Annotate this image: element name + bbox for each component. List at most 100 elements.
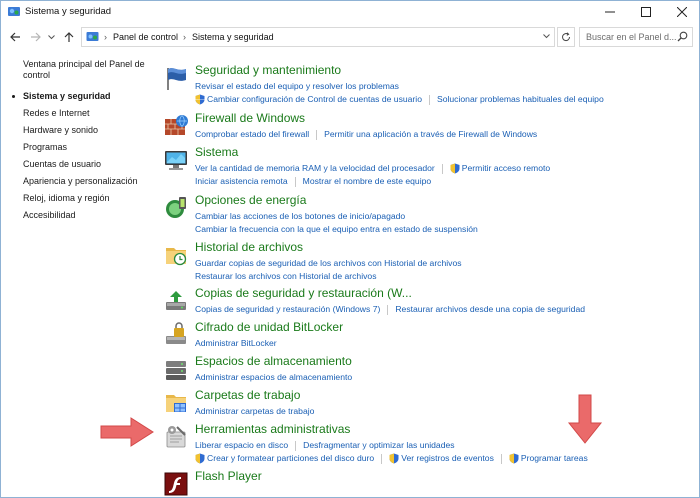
category-heading[interactable]: Copias de seguridad y restauración (W... bbox=[195, 286, 412, 300]
arrow-up-icon bbox=[64, 31, 74, 42]
link-divider bbox=[381, 453, 383, 464]
sidebar-item-network-internet[interactable]: Redes e Internet bbox=[9, 105, 159, 122]
work-folders-icon bbox=[166, 395, 186, 412]
task-link[interactable]: Administrar carpetas de trabajo bbox=[195, 405, 314, 418]
sidebar-item-clock-region[interactable]: Reloj, idioma y región bbox=[9, 190, 159, 207]
search-icon bbox=[677, 31, 688, 42]
task-link[interactable]: Guardar copias de seguridad de los archi… bbox=[195, 257, 462, 270]
minimize-button[interactable] bbox=[593, 1, 627, 23]
close-icon bbox=[677, 7, 687, 17]
sidebar-item-system-security[interactable]: Sistema y seguridad bbox=[9, 88, 159, 105]
sidebar-home-link[interactable]: Ventana principal del Panel de control bbox=[9, 59, 159, 81]
address-bar[interactable]: › Panel de control › Sistema y seguridad bbox=[81, 27, 555, 47]
address-toolbar: › Panel de control › Sistema y seguridad… bbox=[1, 25, 699, 49]
computer-icon bbox=[165, 151, 187, 170]
control-panel-window: Sistema y seguridad › Panel de control ›… bbox=[0, 0, 700, 498]
administrative-tools-icon bbox=[166, 426, 186, 448]
task-link-uac[interactable]: Cambiar configuración de Control de cuen… bbox=[195, 93, 422, 106]
category-heading[interactable]: Espacios de almacenamiento bbox=[195, 354, 352, 368]
task-link[interactable]: Cambiar las acciones de los botones de i… bbox=[195, 210, 405, 223]
link-divider bbox=[316, 129, 318, 140]
category-heading[interactable]: Cifrado de unidad BitLocker bbox=[195, 320, 343, 334]
sidebar: Ventana principal del Panel de control S… bbox=[9, 59, 159, 224]
control-panel-icon bbox=[86, 32, 99, 41]
minimize-icon bbox=[605, 11, 615, 13]
search-placeholder: Buscar en el Panel d... bbox=[586, 32, 677, 42]
breadcrumb-control-panel[interactable]: Panel de control bbox=[113, 32, 178, 42]
task-link[interactable]: Administrar BitLocker bbox=[195, 337, 277, 350]
task-link-event-logs[interactable]: Ver registros de eventos bbox=[389, 452, 494, 465]
address-dropdown-button[interactable] bbox=[543, 31, 550, 41]
arrow-left-icon bbox=[9, 32, 20, 42]
category-heading[interactable]: Firewall de Windows bbox=[195, 111, 305, 125]
task-link[interactable]: Administrar espacios de almacenamiento bbox=[195, 371, 352, 384]
category-heading[interactable]: Historial de archivos bbox=[195, 240, 303, 254]
chevron-down-icon bbox=[47, 34, 55, 39]
flash-player-icon bbox=[164, 472, 188, 496]
title-bar: Sistema y seguridad bbox=[1, 1, 699, 23]
breadcrumb-system-security[interactable]: Sistema y seguridad bbox=[192, 32, 274, 42]
link-divider bbox=[500, 453, 502, 464]
task-link[interactable]: Desfragmentar y optimizar las unidades bbox=[303, 439, 454, 452]
task-link[interactable]: Iniciar asistencia remota bbox=[195, 175, 288, 188]
task-link[interactable]: Cambiar la frecuencia con la que el equi… bbox=[195, 223, 478, 236]
storage-spaces-icon bbox=[166, 361, 186, 380]
category-heading[interactable]: Herramientas administrativas bbox=[195, 422, 350, 436]
close-button[interactable] bbox=[665, 1, 699, 23]
backup-restore-icon bbox=[166, 291, 186, 310]
power-options-icon bbox=[166, 197, 186, 218]
task-link-schedule-tasks[interactable]: Programar tareas bbox=[509, 452, 588, 465]
sidebar-item-hardware-sound[interactable]: Hardware y sonido bbox=[9, 122, 159, 139]
task-link[interactable]: Mostrar el nombre de este equipo bbox=[303, 175, 432, 188]
arrow-right-icon bbox=[30, 32, 41, 42]
link-divider bbox=[428, 94, 430, 105]
task-link[interactable]: Copias de seguridad y restauración (Wind… bbox=[195, 303, 380, 316]
task-link[interactable]: Permitir una aplicación a través de Fire… bbox=[324, 128, 537, 141]
task-link[interactable]: Comprobar estado del firewall bbox=[195, 128, 309, 141]
category-heading[interactable]: Sistema bbox=[195, 145, 238, 159]
window-title: Sistema y seguridad bbox=[25, 6, 112, 17]
task-link[interactable]: Restaurar archivos desde una copia de se… bbox=[395, 303, 585, 316]
maximize-button[interactable] bbox=[629, 1, 663, 23]
refresh-button[interactable] bbox=[557, 27, 575, 47]
category-heading[interactable]: Seguridad y mantenimiento bbox=[195, 63, 341, 77]
uac-shield-icon bbox=[389, 453, 399, 464]
task-link[interactable]: Ver la cantidad de memoria RAM y la velo… bbox=[195, 162, 435, 175]
sidebar-item-programs[interactable]: Programas bbox=[9, 139, 159, 156]
link-divider bbox=[441, 163, 443, 174]
back-button[interactable] bbox=[7, 27, 23, 47]
maximize-icon bbox=[641, 7, 651, 17]
task-link[interactable]: Revisar el estado del equipo y resolver … bbox=[195, 80, 399, 93]
bitlocker-icon bbox=[166, 322, 186, 344]
control-panel-icon bbox=[8, 7, 20, 16]
link-divider bbox=[295, 440, 297, 451]
category-heading[interactable]: Opciones de energía bbox=[195, 193, 306, 207]
sidebar-item-user-accounts[interactable]: Cuentas de usuario bbox=[9, 156, 159, 173]
breadcrumb-separator-icon: › bbox=[104, 32, 107, 42]
category-heading[interactable]: Carpetas de trabajo bbox=[195, 388, 300, 402]
red-arrow-right-icon bbox=[100, 417, 154, 447]
uac-shield-icon bbox=[509, 453, 519, 464]
task-link[interactable]: Liberar espacio en disco bbox=[195, 439, 288, 452]
flag-icon bbox=[167, 68, 186, 90]
uac-shield-icon bbox=[195, 94, 205, 105]
uac-shield-icon bbox=[450, 163, 460, 174]
sidebar-item-appearance[interactable]: Apariencia y personalización bbox=[9, 173, 159, 190]
sidebar-item-accessibility[interactable]: Accesibilidad bbox=[9, 207, 159, 224]
search-input[interactable]: Buscar en el Panel d... bbox=[579, 27, 693, 47]
refresh-icon bbox=[562, 32, 571, 42]
up-button[interactable] bbox=[61, 27, 77, 47]
firewall-icon bbox=[165, 115, 188, 135]
recent-locations-button[interactable] bbox=[45, 27, 57, 47]
file-history-icon bbox=[166, 248, 187, 266]
category-heading[interactable]: Flash Player bbox=[195, 469, 262, 483]
task-link[interactable]: Restaurar los archivos con Historial de … bbox=[195, 270, 377, 283]
link-divider bbox=[387, 304, 389, 315]
breadcrumb-separator-icon: › bbox=[183, 32, 187, 42]
uac-shield-icon bbox=[195, 453, 205, 464]
red-arrow-down-icon bbox=[567, 394, 603, 444]
task-link[interactable]: Solucionar problemas habituales del equi… bbox=[437, 93, 604, 106]
task-link-remote-access[interactable]: Permitir acceso remoto bbox=[450, 162, 550, 175]
forward-button[interactable] bbox=[27, 27, 43, 47]
task-link-partitions[interactable]: Crear y formatear particiones del disco … bbox=[195, 452, 374, 465]
